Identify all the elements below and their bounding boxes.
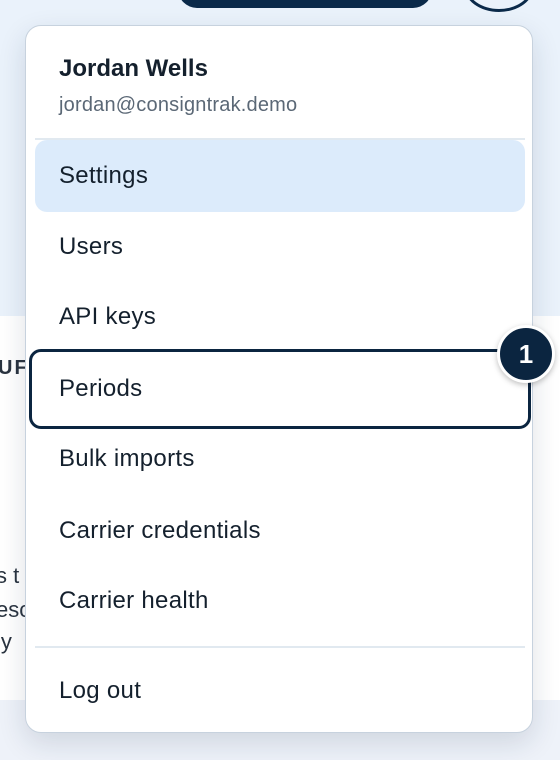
logout-button[interactable]: Log out	[35, 656, 525, 726]
menu-item-settings[interactable]: Settings	[35, 140, 525, 212]
menu-user-header: Jordan Wells jordan@consigntrak.demo	[59, 54, 297, 118]
header-primary-button[interactable]	[178, 0, 432, 8]
menu-item-carrier-credentials[interactable]: Carrier credentials	[35, 496, 525, 566]
menu-item-users[interactable]: Users	[35, 212, 525, 282]
account-dropdown-menu: Jordan Wells jordan@consigntrak.demo Set…	[25, 25, 533, 733]
menu-divider	[35, 646, 525, 648]
menu-item-api-keys[interactable]: API keys	[35, 282, 525, 352]
card-text-line: ly	[0, 629, 12, 654]
menu-item-periods[interactable]: Periods	[29, 349, 531, 429]
user-name: Jordan Wells	[59, 55, 208, 82]
user-email: jordan@consigntrak.demo	[59, 94, 298, 116]
card-text-line: s t	[0, 563, 20, 588]
menu-item-carrier-health[interactable]: Carrier health	[35, 566, 525, 636]
menu-item-bulk-imports[interactable]: Bulk imports	[35, 424, 525, 494]
step-number-badge: 1	[497, 325, 555, 383]
